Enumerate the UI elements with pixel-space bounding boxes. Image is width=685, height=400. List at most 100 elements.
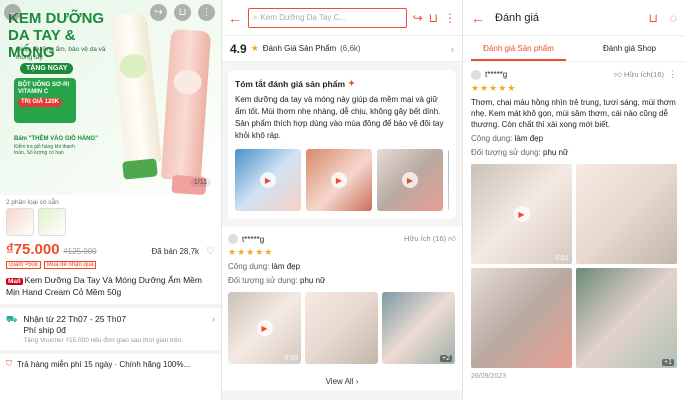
variants-label: 2 phân loại có sẵn [6, 199, 59, 206]
play-icon: ▶ [331, 172, 347, 188]
avatar [471, 69, 481, 80]
review-video[interactable]: ▶ 0:03 [228, 292, 301, 364]
target-label: Đối tượng sử dụng: [228, 276, 298, 285]
target-value: phụ nữ [300, 276, 326, 285]
target-label: Đối tượng sử dụng: [471, 148, 541, 157]
review-summary-card: Tóm tắt đánh giá sản phẩm ✦ Kem dưỡng da… [228, 70, 456, 219]
review-date: 26/09/2023 [471, 373, 507, 380]
heart-icon[interactable]: ♡ [206, 246, 215, 257]
shipping-info[interactable]: ⛟ Nhận từ 22 Th07 - 25 Th07 Phí ship 0đ … [0, 308, 221, 354]
top-icons: ⊔ ◌ [648, 11, 677, 25]
share-icon[interactable]: ↪ [413, 11, 423, 25]
back-arrow-icon[interactable]: ← [228, 10, 242, 26]
review-target: Đối tượng sử dụng: phụ nữ [471, 147, 677, 158]
policy-text: Trả hàng miễn phí 15 ngày · Chính hãng 1… [17, 359, 191, 369]
star-icon: ★ [250, 43, 259, 53]
cart-icon[interactable]: ⊔ [429, 11, 438, 25]
image-page-indicator: 1/11 [189, 178, 211, 187]
chevron-right-icon: › [212, 314, 215, 324]
thumbs-up-icon: 👍︎ [614, 69, 622, 79]
sparkle-icon: ✦ [348, 78, 356, 88]
play-icon: ▶ [402, 172, 418, 188]
review-photo[interactable] [305, 292, 378, 364]
rating-title: Đánh Giá Sản Phẩm [262, 44, 337, 53]
summary-header: Tóm tắt đánh giá sản phẩm ✦ [235, 78, 449, 89]
summary-photo[interactable]: ▶ [377, 149, 443, 211]
product-image-carousel[interactable]: KEM DƯỠNG DA TAY & MÓNG Giúp: Dưỡng ẩm, … [0, 0, 221, 195]
summary-photo[interactable]: ▶ [306, 149, 372, 211]
original-price: ₫125.000 [63, 247, 97, 256]
green-cap-image [122, 158, 158, 180]
target-value: phụ nữ [543, 148, 569, 157]
screens: KEM DƯỠNG DA TAY & MÓNG Giúp: Dưỡng ẩm, … [0, 0, 685, 400]
shield-icon: ⛉ [6, 359, 12, 368]
review-photos: ▶ 0:03 +2 [228, 292, 456, 364]
voucher-tag[interactable]: Giảm ₫50k [6, 261, 41, 269]
helpful-button[interactable]: Hữu ích (16) 👍︎ [404, 234, 456, 244]
cart-icon[interactable]: ⊔ [174, 4, 191, 21]
rating-score: 4.9 [230, 41, 247, 56]
gift-box: BỘT UỐNG SƠ-RI VITAMIN C TRỊ GIÁ 120K [14, 78, 76, 123]
use-label: Công dụng: [228, 262, 270, 271]
back-arrow-icon[interactable]: ← [471, 10, 485, 26]
variant-thumbnail-green[interactable] [38, 208, 66, 236]
helpful-button[interactable]: 👍︎ Hữu ích(16) [614, 70, 664, 80]
summary-photo[interactable]: ▶ [235, 149, 301, 211]
summary-photos: ▶ ▶ ▶ [235, 149, 449, 211]
variant-thumbnail-pink[interactable] [6, 208, 34, 236]
return-policy[interactable]: ⛉ Trả hàng miễn phí 15 ngày · Chính hãng… [0, 354, 221, 374]
share-icon[interactable]: ↪ [150, 4, 167, 21]
view-all-label: View All [325, 377, 354, 386]
review-stars: ★★★★★ [228, 247, 274, 257]
summary-title: Tóm tắt đánh giá sản phẩm [235, 78, 346, 89]
banner-subtitle: Giúp: Dưỡng ẩm, bảo vệ da và móng tay [16, 46, 106, 61]
review-use: Công dụng: làm đẹp [228, 261, 456, 272]
product-title-text: Kem Dưỡng Da Tay Và Móng Dưỡng Ẩm Mềm Mị… [6, 275, 202, 297]
review-target: Đối tượng sử dụng: phụ nữ [228, 275, 456, 286]
more-photos-count: +1 [662, 359, 674, 366]
use-value: làm đẹp [271, 262, 301, 271]
review-photo[interactable]: +2 [382, 292, 455, 364]
review-tabs: Đánh giá Sản phẩm Đánh giá Shop [463, 36, 685, 62]
review-photo[interactable]: +1 [576, 268, 677, 368]
back-icon[interactable]: ← [4, 4, 21, 21]
helpful-label: Hữu ích (16) [403, 234, 447, 243]
more-icon[interactable]: ⋮ [444, 11, 456, 25]
rating-header[interactable]: 4.9 ★ Đánh Giá Sản Phẩm (6,6k) › [222, 36, 462, 62]
review-header: t*****g 👍︎ Hữu ích(16) ⋮ [471, 69, 677, 80]
search-input[interactable]: ⌕ Kem Dưỡng Da Tay C... [248, 7, 407, 28]
review-use: Công dụng: làm đẹp [471, 133, 677, 144]
page-title: Đánh giá [495, 11, 540, 24]
green-tube-image [110, 12, 162, 166]
top-bar: ← Đánh giá ⊔ ◌ [463, 0, 685, 36]
chat-icon[interactable]: ◌ [670, 11, 677, 25]
gift-tag[interactable]: Mua để nhận quà [43, 261, 97, 269]
review-video[interactable]: ▶ 0:01 [471, 164, 572, 264]
review-photo-grid: ▶ 0:01 +1 [471, 164, 677, 368]
review-photo[interactable] [471, 268, 572, 368]
reviews-screen: ← ⌕ Kem Dưỡng Da Tay C... ↪ ⊔ ⋮ 4.9 ★ Đá… [222, 0, 463, 400]
more-icon[interactable]: ⋮ [198, 4, 215, 21]
price-row: ₫75.000 ₫125.000 Đã bán 28,7k ♡ [0, 236, 221, 260]
shipping-note: Tặng Voucher ₫15.000 nếu đơn giao sau th… [23, 337, 183, 344]
banner-cta: Bấm "THÊM VÀO GIỎ HÀNG" [14, 136, 99, 142]
variant-thumbnails [0, 208, 221, 236]
tab-product-reviews[interactable]: Đánh giá Sản phẩm [463, 36, 574, 61]
helpful-label: Hữu ích(16) [623, 69, 664, 79]
tab-shop-reviews[interactable]: Đánh giá Shop [574, 36, 685, 61]
cart-icon[interactable]: ⊔ [648, 11, 657, 25]
more-icon[interactable]: ⋮ [668, 69, 677, 80]
review-detail-screen: ← Đánh giá ⊔ ◌ Đánh giá Sản phẩm Đánh gi… [463, 0, 685, 400]
summary-photo[interactable] [448, 149, 449, 211]
rating-count: (6,6k) [340, 44, 361, 53]
review-photo[interactable] [576, 164, 677, 264]
thumbs-up-icon: 👍︎ [448, 234, 456, 243]
review-item: t*****g 👍︎ Hữu ích(16) ⋮ ★★★★★ Thơm, cha… [463, 62, 685, 387]
product-title: Mall Kem Dưỡng Da Tay Và Móng Dưỡng Ẩm Mề… [0, 273, 221, 308]
current-price: ₫75.000 [6, 241, 60, 258]
view-all-button[interactable]: View All › [222, 371, 462, 390]
shipping-fee: Phí ship 0đ [23, 325, 66, 335]
voucher-tags: Giảm ₫50k Mua để nhận quà [0, 260, 221, 273]
video-duration: 0:01 [555, 255, 569, 262]
product-detail-screen: KEM DƯỠNG DA TAY & MÓNG Giúp: Dưỡng ẩm, … [0, 0, 222, 400]
